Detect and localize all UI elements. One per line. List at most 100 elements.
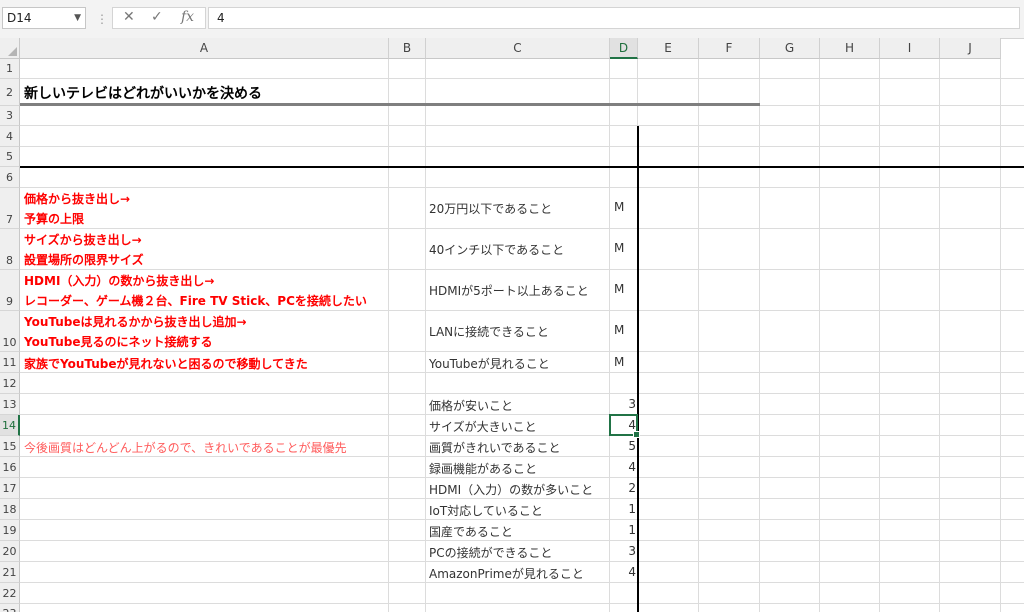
column-header-g[interactable]: G [760,38,820,59]
column-header-j[interactable]: J [940,38,1001,59]
must-item-flag: M [614,355,625,369]
want-item-score: 5 [628,439,636,453]
gridline-horizontal [20,351,1024,352]
name-box[interactable]: D14 ▼ [2,7,86,29]
want-item-label: HDMI（入力）の数が多いこと [429,483,594,497]
formula-value: 4 [217,11,225,25]
want-item-score: 1 [628,523,636,537]
column-header-b[interactable]: B [389,38,426,59]
row-header-16[interactable]: 16 [0,457,20,478]
gridline-horizontal [20,435,1024,436]
gridline-horizontal [20,78,1024,79]
want-item-score: 1 [628,502,636,516]
must-item-flag: M [614,323,625,337]
note-install: 設置場所の限界サイズ [24,253,144,267]
gridline-vertical [698,59,699,612]
row-header-15[interactable]: 15 [0,436,20,457]
note-network: YouTube見るのにネット接続する [24,335,213,349]
row-header-3[interactable]: 3 [0,106,20,126]
want-item-label: 国産であること [429,525,513,539]
want-item-label: サイズが大きいこと [429,420,537,434]
gridline-vertical [388,59,389,612]
must-item-label: 20万円以下であること [429,202,553,216]
gridline-vertical [819,59,820,612]
row-header-2[interactable]: 2 [0,79,20,106]
want-item-score: 3 [628,397,636,411]
gridline-horizontal [20,414,1024,415]
x-icon[interactable]: ✕ [123,9,135,25]
gridline-vertical [759,59,760,612]
row-header-21[interactable]: 21 [0,562,20,583]
gridline-horizontal [20,456,1024,457]
column-header-e[interactable]: E [638,38,699,59]
row-header-7[interactable]: 7 [0,188,20,229]
note-size: サイズから抜き出し→ [24,233,142,247]
want-item-label: AmazonPrimeが見れること [429,567,584,581]
row-header-18[interactable]: 18 [0,499,20,520]
column-header-i[interactable]: I [880,38,940,59]
gridline-horizontal [20,228,1024,229]
row-header-11[interactable]: 11 [0,352,20,373]
row-header-1[interactable]: 1 [0,59,20,79]
note-devices: レコーダー、ゲーム機２台、Fire TV Stick、PCを接続したい [24,294,367,308]
want-item-score: 4 [628,460,636,474]
note-youtube: YouTubeは見れるかから抜き出し追加→ [24,315,247,329]
gridline-horizontal [20,269,1024,270]
gridline-horizontal [20,498,1024,499]
section-divider [20,166,1024,168]
gridline-horizontal [20,393,1024,394]
column-header-h[interactable]: H [820,38,880,59]
name-box-value: D14 [7,11,32,25]
row-header-19[interactable]: 19 [0,520,20,541]
must-item-label: 40インチ以下であること [429,243,565,257]
sheet-title: 新しいテレビはどれがいいかを決める [24,86,262,102]
row-header-9[interactable]: 9 [0,270,20,311]
formula-actions: ✕ ✓ fx [112,7,206,29]
gridline-vertical [425,59,426,612]
row-header-5[interactable]: 5 [0,147,20,167]
gridline-horizontal [20,519,1024,520]
column-d-border [637,126,639,612]
fill-handle[interactable] [633,431,640,438]
row-header-14[interactable]: 14 [0,415,20,436]
note-price: 価格から抜き出し→ [24,192,131,206]
row-header-12[interactable]: 12 [0,373,20,394]
select-all-corner[interactable] [0,38,20,59]
must-item-flag: M [614,241,625,255]
want-item-label: 録画機能があること [429,462,538,476]
formula-input[interactable]: 4 [208,7,1020,29]
row-header-10[interactable]: 10 [0,311,20,352]
column-header-f[interactable]: F [699,38,760,59]
want-item-score: 4 [628,565,636,579]
note-budget: 予算の上限 [24,212,85,226]
row-header-23[interactable]: 23 [0,604,20,612]
column-header-c[interactable]: C [426,38,610,59]
note-quality: 今後画質はどんどん上がるので、きれいであることが最優先 [24,441,347,455]
gridline-vertical [1000,59,1001,612]
row-header-13[interactable]: 13 [0,394,20,415]
want-item-label: 価格が安いこと [429,399,514,413]
active-cell-d14[interactable] [609,414,640,438]
row-header-20[interactable]: 20 [0,541,20,562]
row-header-17[interactable]: 17 [0,478,20,499]
gridline-vertical [879,59,880,612]
column-header-a[interactable]: A [20,38,389,59]
drag-handle-icon[interactable]: ⋮ [96,12,108,26]
row-header-4[interactable]: 4 [0,126,20,147]
want-item-score: 2 [628,481,636,495]
chevron-down-icon[interactable]: ▼ [74,8,81,28]
gridline-horizontal [20,146,1024,147]
row-header-6[interactable]: 6 [0,167,20,188]
gridline-horizontal [20,187,1024,188]
row-header-8[interactable]: 8 [0,229,20,270]
gridline-horizontal [20,540,1024,541]
column-header-d[interactable]: D [610,38,638,59]
formula-bar: D14 ▼ ⋮ ✕ ✓ fx 4 [0,0,1024,39]
row-header-22[interactable]: 22 [0,583,20,604]
fx-icon[interactable]: fx [181,9,194,25]
gridline-horizontal [20,372,1024,373]
must-item-label: HDMIが5ポート以上あること [429,284,589,298]
must-item-flag: M [614,282,625,296]
gridline-horizontal [20,603,1024,604]
check-icon[interactable]: ✓ [151,9,163,25]
